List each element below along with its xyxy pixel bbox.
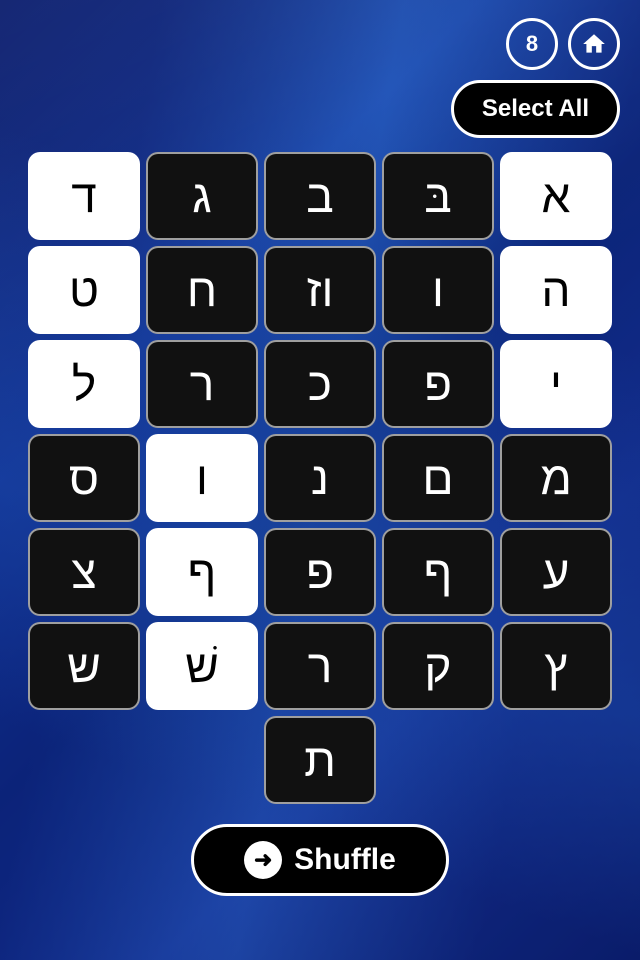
letter-grid: דגבבּאטחוזוהלרכפיסונםמצףפףעששׁרקץת [16, 152, 624, 804]
cell-4-0[interactable]: צ [28, 528, 140, 616]
cell-5-3[interactable]: ק [382, 622, 494, 710]
cell-5-1[interactable]: שׁ [146, 622, 258, 710]
cell-4-1[interactable]: ף [146, 528, 258, 616]
shuffle-label: Shuffle [294, 843, 396, 877]
shuffle-button[interactable]: ➜ Shuffle [191, 824, 449, 896]
cell-5-4[interactable]: ץ [500, 622, 612, 710]
select-all-button[interactable]: Select All [451, 80, 620, 138]
cell-0-0[interactable]: ד [28, 152, 140, 240]
cell-4-4[interactable]: ע [500, 528, 612, 616]
cell-0-4[interactable]: א [500, 152, 612, 240]
top-bar: 8 [0, 0, 640, 80]
grid-row-4: צףפףע [28, 528, 612, 616]
cell-2-3[interactable]: פ [382, 340, 494, 428]
home-icon [581, 31, 607, 57]
score-badge: 8 [506, 18, 558, 70]
arrow-circle: ➜ [244, 841, 282, 879]
grid-row-5: ששׁרקץ [28, 622, 612, 710]
cell-0-2[interactable]: ב [264, 152, 376, 240]
cell-1-3[interactable]: ו [382, 246, 494, 334]
cell-2-4[interactable]: י [500, 340, 612, 428]
score-value: 8 [526, 31, 538, 57]
select-all-label: Select All [482, 95, 589, 122]
cell-3-3[interactable]: ם [382, 434, 494, 522]
grid-row-3: סונםמ [28, 434, 612, 522]
cell-3-0[interactable]: ס [28, 434, 140, 522]
cell-0-1[interactable]: ג [146, 152, 258, 240]
grid-row-6: ת [28, 716, 612, 804]
cell-3-2[interactable]: נ [264, 434, 376, 522]
cell-2-2[interactable]: כ [264, 340, 376, 428]
cell-2-1[interactable]: ר [146, 340, 258, 428]
cell-2-0[interactable]: ל [28, 340, 140, 428]
cell-1-4[interactable]: ה [500, 246, 612, 334]
cell-0-3[interactable]: בּ [382, 152, 494, 240]
grid-row-2: לרכפי [28, 340, 612, 428]
cell-5-0[interactable]: ש [28, 622, 140, 710]
cell-1-0[interactable]: ט [28, 246, 140, 334]
cell-5-2[interactable]: ר [264, 622, 376, 710]
cell-4-3[interactable]: ף [382, 528, 494, 616]
cell-3-1[interactable]: ו [146, 434, 258, 522]
cell-1-2[interactable]: וז [264, 246, 376, 334]
grid-row-0: דגבבּא [28, 152, 612, 240]
cell-1-1[interactable]: ח [146, 246, 258, 334]
cell-6-2[interactable]: ת [264, 716, 376, 804]
grid-row-1: טחוזוה [28, 246, 612, 334]
cell-3-4[interactable]: מ [500, 434, 612, 522]
cell-4-2[interactable]: פ [264, 528, 376, 616]
arrow-icon: ➜ [254, 847, 272, 873]
home-button[interactable] [568, 18, 620, 70]
